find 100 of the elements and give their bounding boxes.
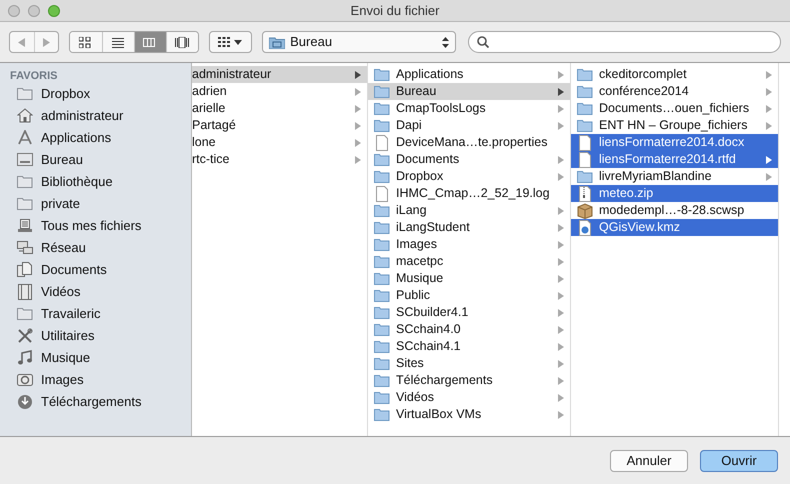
window-title: Envoi du fichier <box>350 2 440 20</box>
folder-icon <box>17 174 33 190</box>
folder-icon <box>374 236 390 252</box>
folder-icon <box>17 196 33 212</box>
folder-icon <box>577 66 593 82</box>
sidebar-item[interactable]: Bureau <box>41 150 83 170</box>
folder-icon <box>374 406 390 422</box>
forward-arrow-icon <box>42 38 50 46</box>
cancel-button[interactable]: Annuler <box>610 450 688 472</box>
search-field[interactable] <box>468 31 781 53</box>
folder-row[interactable]: Musique <box>368 270 570 287</box>
folder-icon <box>374 220 390 236</box>
folder-row[interactable]: Public <box>368 287 570 304</box>
folder-row[interactable]: lone <box>192 134 367 151</box>
folder-row[interactable]: adrien <box>192 83 367 100</box>
zoom-button[interactable] <box>48 4 60 16</box>
globe-document-icon <box>577 220 593 236</box>
arrange-button[interactable] <box>208 31 252 53</box>
document-icon <box>374 186 390 202</box>
folder-row[interactable]: macetpc <box>368 253 570 270</box>
folder-row[interactable]: rtc-tice <box>192 151 367 168</box>
file-row[interactable]: modedempl…-8-28.scwsp <box>571 202 778 219</box>
music-note-icon <box>17 350 33 366</box>
folder-icon <box>374 202 390 218</box>
folder-row[interactable]: Applications <box>368 66 570 83</box>
sidebar-item[interactable]: administrateur <box>41 106 124 126</box>
download-icon <box>17 394 33 410</box>
open-button[interactable]: Ouvrir <box>700 450 778 472</box>
folder-icon <box>374 288 390 304</box>
folder-row[interactable]: arielle <box>192 100 367 117</box>
file-row[interactable]: DeviceMana…te.properties <box>368 134 570 151</box>
sidebar-item[interactable]: Vidéos <box>41 282 81 302</box>
folder-icon <box>374 372 390 388</box>
folder-row[interactable]: Téléchargements <box>368 372 570 389</box>
sidebar-item[interactable]: Musique <box>41 348 90 368</box>
file-row[interactable]: meteo.zip <box>571 185 778 202</box>
box-icon <box>577 202 593 218</box>
folder-row[interactable]: Vidéos <box>368 389 570 406</box>
grid-icon <box>218 37 230 47</box>
sidebar-item[interactable]: Bibliothèque <box>41 172 113 192</box>
zip-file-icon <box>577 186 593 202</box>
folder-icon <box>374 270 390 286</box>
sidebar-heading: FAVORIS <box>9 69 58 83</box>
folder-icon <box>374 152 390 168</box>
sidebar-item[interactable]: Travaileric <box>41 304 100 324</box>
sidebar-item[interactable]: Dropbox <box>41 84 90 104</box>
file-row[interactable]: QGisView.kmz <box>571 219 778 236</box>
folder-icon <box>374 356 390 372</box>
folder-row[interactable]: Documents…ouen_fichiers <box>571 100 778 117</box>
folder-row[interactable]: conférence2014 <box>571 83 778 100</box>
folder-row[interactable]: Images <box>368 236 570 253</box>
location-popup[interactable]: Bureau <box>262 31 456 53</box>
folder-row[interactable]: CmapToolsLogs <box>368 100 570 117</box>
desktop-folder-icon <box>269 36 286 48</box>
folder-row[interactable]: administrateur <box>192 66 367 83</box>
folder-row[interactable]: Dropbox <box>368 168 570 185</box>
sidebar-item[interactable]: Téléchargements <box>41 392 142 412</box>
folder-row[interactable]: Sites <box>368 355 570 372</box>
folder-row[interactable]: VirtualBox VMs <box>368 406 570 423</box>
list-view-icon <box>112 36 126 48</box>
folder-row[interactable]: SCbuilder4.1 <box>368 304 570 321</box>
folder-icon <box>374 338 390 354</box>
folder-icon <box>17 306 33 322</box>
house-icon <box>17 108 33 124</box>
tools-icon <box>17 328 33 344</box>
caret-icon <box>234 40 242 44</box>
folder-row[interactable]: Bureau <box>368 83 570 100</box>
folder-row[interactable]: ckeditorcomplet <box>571 66 778 83</box>
folder-row[interactable]: Dapi <box>368 117 570 134</box>
sidebar-item[interactable]: Documents <box>41 260 107 280</box>
sidebar-item[interactable]: Utilitaires <box>41 326 94 346</box>
folder-icon <box>374 390 390 406</box>
minimize-button[interactable] <box>28 4 40 16</box>
cover-flow-icon <box>175 36 190 48</box>
sidebar-item[interactable]: Réseau <box>41 238 86 258</box>
document-stack-icon <box>17 218 33 234</box>
sidebar-item[interactable]: private <box>41 194 80 214</box>
folder-row[interactable]: Documents <box>368 151 570 168</box>
folder-row[interactable]: Partagé <box>192 117 367 134</box>
folder-icon <box>17 86 33 102</box>
cover-flow-button[interactable] <box>166 32 198 52</box>
folder-row[interactable]: ENT HN – Groupe_fichiers <box>571 117 778 134</box>
documents-icon <box>17 262 33 278</box>
sidebar-item[interactable]: Images <box>41 370 84 390</box>
folder-row[interactable]: iLang <box>368 202 570 219</box>
sidebar-item[interactable]: Applications <box>41 128 112 148</box>
file-row[interactable]: liensFormaterre2014.rtfd <box>571 151 778 168</box>
folder-icon <box>577 100 593 116</box>
folder-icon <box>374 84 390 100</box>
folder-row[interactable]: iLangStudent <box>368 219 570 236</box>
folder-icon <box>374 322 390 338</box>
sidebar-item[interactable]: Tous mes fichiers <box>41 216 142 236</box>
folder-row[interactable]: livreMyriamBlandine <box>571 168 778 185</box>
file-row[interactable]: IHMC_Cmap…2_52_19.log <box>368 185 570 202</box>
desktop-folder-icon <box>17 152 33 168</box>
document-icon <box>374 134 390 150</box>
folder-row[interactable]: SCchain4.1 <box>368 338 570 355</box>
file-row[interactable]: liensFormaterre2014.docx <box>571 134 778 151</box>
folder-row[interactable]: SCchain4.0 <box>368 321 570 338</box>
close-button[interactable] <box>8 4 20 16</box>
